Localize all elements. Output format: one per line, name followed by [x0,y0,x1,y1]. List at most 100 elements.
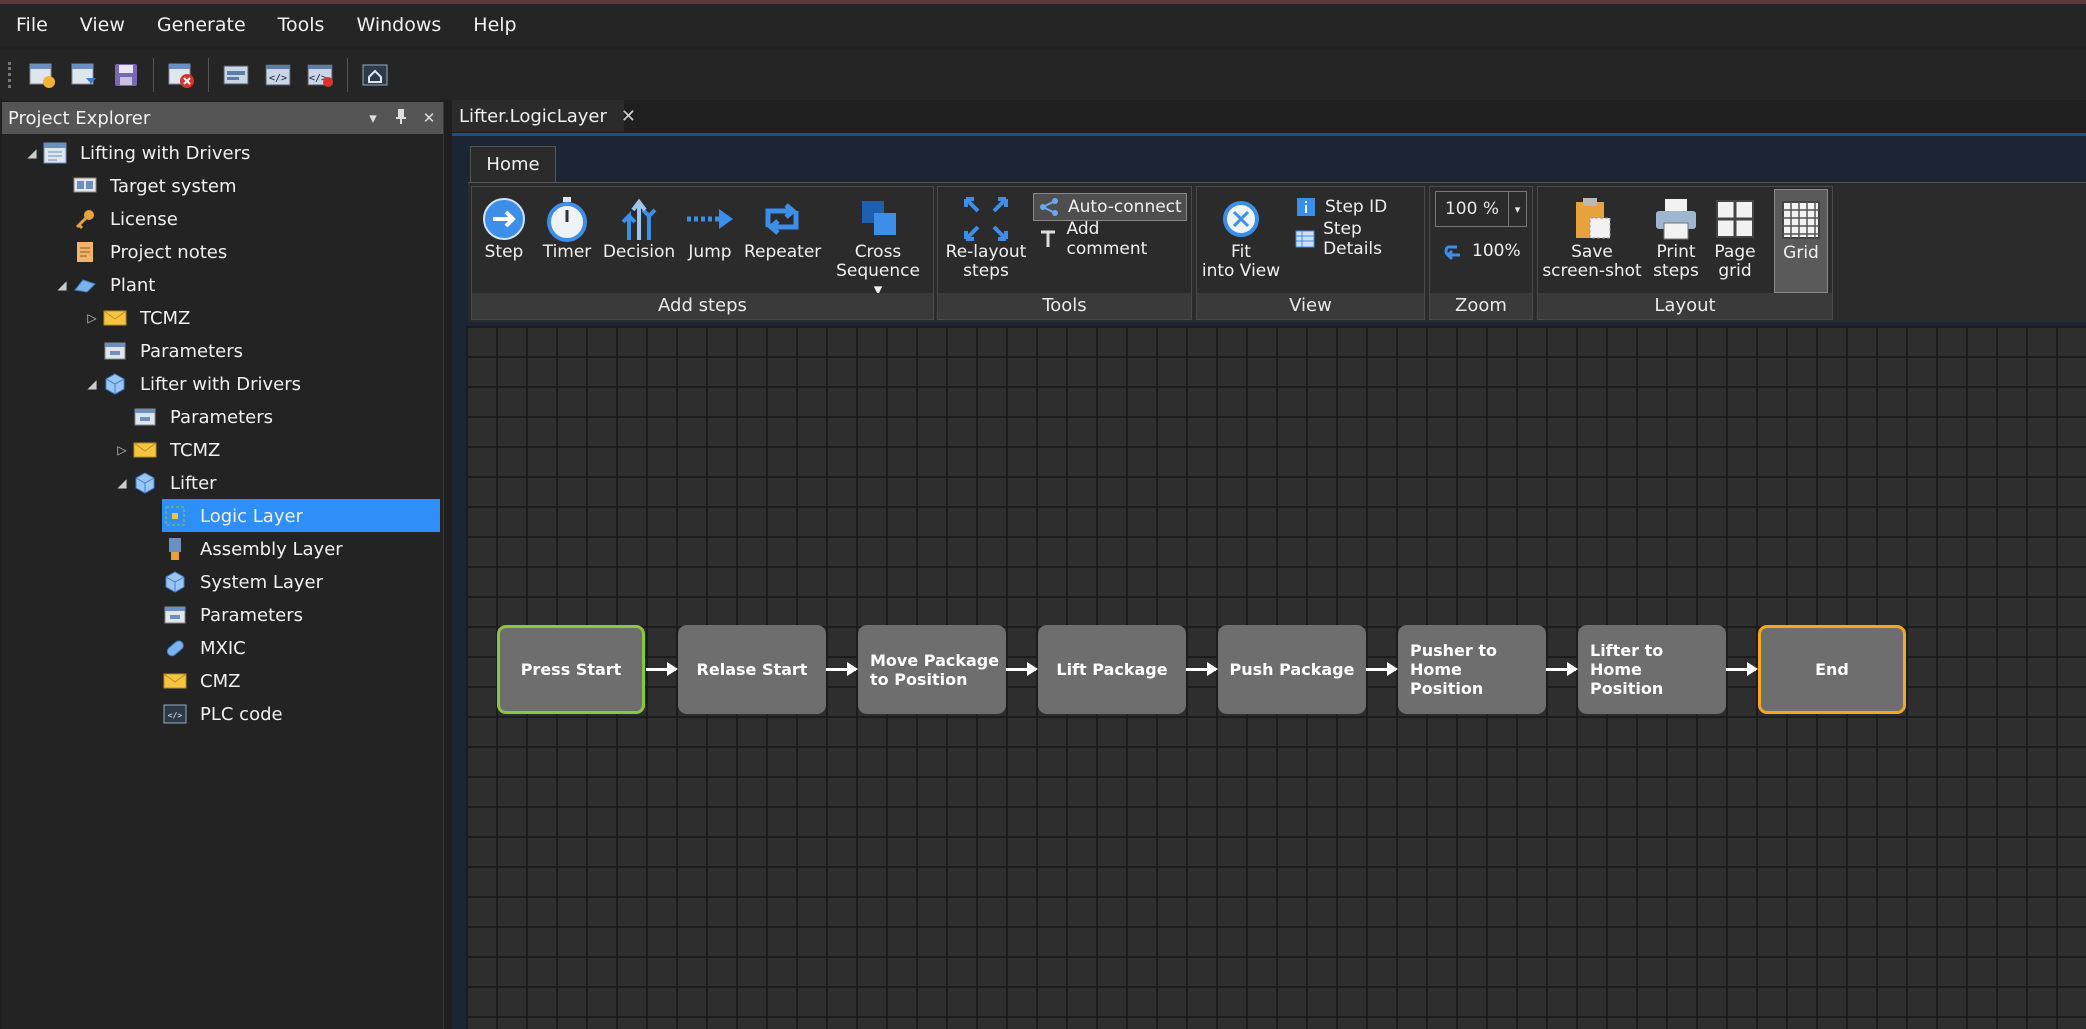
tree-item-label: Target system [110,175,237,197]
tree-item-logic-layer[interactable]: Logic Layer [2,501,443,531]
repeater-button[interactable]: Repeater [744,195,821,262]
home-icon[interactable] [358,58,392,92]
auto-connect-button[interactable]: Auto-connect [1033,193,1187,221]
menu-file[interactable]: File [16,14,48,36]
expand-toggle-icon[interactable]: ◢ [22,146,42,160]
tree-item-assembly-layer[interactable]: Assembly Layer [2,534,443,564]
parameters-icon [162,603,188,627]
fit-into-view-button[interactable]: Fit into View [1201,195,1281,281]
dropdown-icon[interactable]: ▾ [359,109,387,127]
tree-item-lifting-with-drivers[interactable]: ◢ Lifting with Drivers [2,138,443,168]
cube-icon [162,570,188,594]
menu-windows[interactable]: Windows [356,14,441,36]
document-tab-strip: Lifter.LogicLayer ✕ [452,100,2086,134]
step-pusher-to-home[interactable]: Pusher to Home Position [1398,625,1546,714]
panel-icon[interactable] [219,58,253,92]
toolbar-grip[interactable] [8,62,11,88]
step-id-toggle[interactable]: Step ID [1291,193,1421,221]
jump-button[interactable]: Jump [684,195,736,262]
cross-sequence-icon [830,195,926,243]
expand-toggle-icon[interactable]: ◢ [52,278,72,292]
connect-nodes-icon [1038,196,1060,218]
new-project-icon[interactable] [25,58,59,92]
expand-toggle-icon[interactable]: ◢ [112,476,132,490]
ribbon-tab-home[interactable]: Home [470,146,556,182]
tree-item-lifter[interactable]: ◢ Lifter [2,468,443,498]
group-label-zoom: Zoom [1430,293,1532,319]
tree-item-label: Lifting with Drivers [80,142,251,164]
step-press-start[interactable]: Press Start [497,625,645,714]
tree-item-plant[interactable]: ◢ Plant [2,270,443,300]
tree-item-parameters[interactable]: Parameters [2,402,443,432]
step-relase-start[interactable]: Relase Start [678,625,826,714]
plant-icon [72,273,98,297]
step-lifter-to-home[interactable]: Lifter to Home Position [1578,625,1726,714]
tree-item-label: PLC code [200,703,283,725]
tree-item-mxic[interactable]: MXIC [2,633,443,663]
step-move-package[interactable]: Move Package to Position [858,625,1006,714]
tree-item-parameters[interactable]: Parameters [2,600,443,630]
logic-layer-icon [162,504,188,528]
grid-toggle-button[interactable]: Grid [1774,189,1828,293]
ribbon-group-add-steps: Step Timer Decision Jump Repeater Cross … [471,186,934,320]
save-screenshot-button[interactable]: Save screen-shot [1542,195,1642,281]
tree-item-cmz[interactable]: CMZ [2,666,443,696]
undo-arrow-icon [1442,240,1464,262]
tree-item-project-notes[interactable]: Project notes [2,237,443,267]
tab-label: Lifter.LogicLayer [459,105,607,127]
step-end[interactable]: End [1758,625,1906,714]
add-comment-button[interactable]: Add comment [1033,219,1187,259]
connector-arrow [826,662,858,676]
zoom-reset-button[interactable]: 100% [1438,237,1528,265]
text-icon [1037,228,1059,250]
page-grid-icon [1710,195,1760,243]
menu-view[interactable]: View [80,14,125,36]
close-icon[interactable]: ✕ [415,109,443,127]
tree-item-tcmz[interactable]: ▷ TCMZ [2,435,443,465]
step-push-package[interactable]: Push Package [1218,625,1366,714]
print-steps-button[interactable]: Print steps [1648,195,1704,281]
expand-toggle-icon[interactable]: ◢ [82,377,102,391]
page-grid-button[interactable]: Page grid [1710,195,1760,281]
menu-tools[interactable]: Tools [278,14,325,36]
step-lift-package[interactable]: Lift Package [1038,625,1186,714]
fit-view-icon [1201,195,1281,243]
menu-bar: File View Generate Tools Windows Help [0,4,2086,46]
cross-sequence-button[interactable]: Cross Sequence ▾ [830,195,926,300]
tree-item-tcmz[interactable]: ▷ TCMZ [2,303,443,333]
tab-lifter-logiclayer[interactable]: Lifter.LogicLayer ✕ [452,100,636,132]
envelope-icon [162,669,188,693]
pin-icon[interactable] [387,108,415,128]
close-tab-icon[interactable]: ✕ [621,106,636,127]
connector-arrow [1186,662,1218,676]
tree-item-license[interactable]: License [2,204,443,234]
zoom-combobox[interactable]: 100 % ▾ [1435,191,1527,227]
chevron-down-icon[interactable]: ▾ [1508,192,1526,226]
code-view-icon[interactable]: </> [261,58,295,92]
tree-item-lifter-with-drivers[interactable]: ◢ Lifter with Drivers [2,369,443,399]
open-project-icon[interactable] [67,58,101,92]
menu-generate[interactable]: Generate [157,14,246,36]
ribbon-group-layout: Save screen-shot Print steps Page grid G… [1537,186,1833,320]
expand-toggle-icon[interactable]: ▷ [82,311,102,325]
tree-item-target-system[interactable]: Target system [2,171,443,201]
relayout-steps-button[interactable]: Re-layout steps [944,195,1028,281]
tree-item-parameters[interactable]: Parameters [2,336,443,366]
tree-item-label: TCMZ [170,439,221,461]
expand-arrows-icon [944,195,1028,243]
tree-item-plc-code[interactable]: </> PLC code [2,699,443,729]
expand-toggle-icon[interactable]: ▷ [112,443,132,457]
project-icon [42,141,68,165]
tree-item-system-layer[interactable]: System Layer [2,567,443,597]
timer-button[interactable]: Timer [542,195,592,262]
step-button[interactable]: Step [478,195,530,262]
project-explorer-title: Project Explorer [8,107,151,129]
connector-arrow [1366,662,1398,676]
tree-item-label: Parameters [170,406,274,428]
save-icon[interactable] [109,58,143,92]
menu-help[interactable]: Help [473,14,516,36]
decision-button[interactable]: Decision [602,195,676,262]
code-close-icon[interactable]: </> [303,58,337,92]
close-project-icon[interactable] [164,58,198,92]
step-details-toggle[interactable]: Step Details [1291,219,1421,259]
